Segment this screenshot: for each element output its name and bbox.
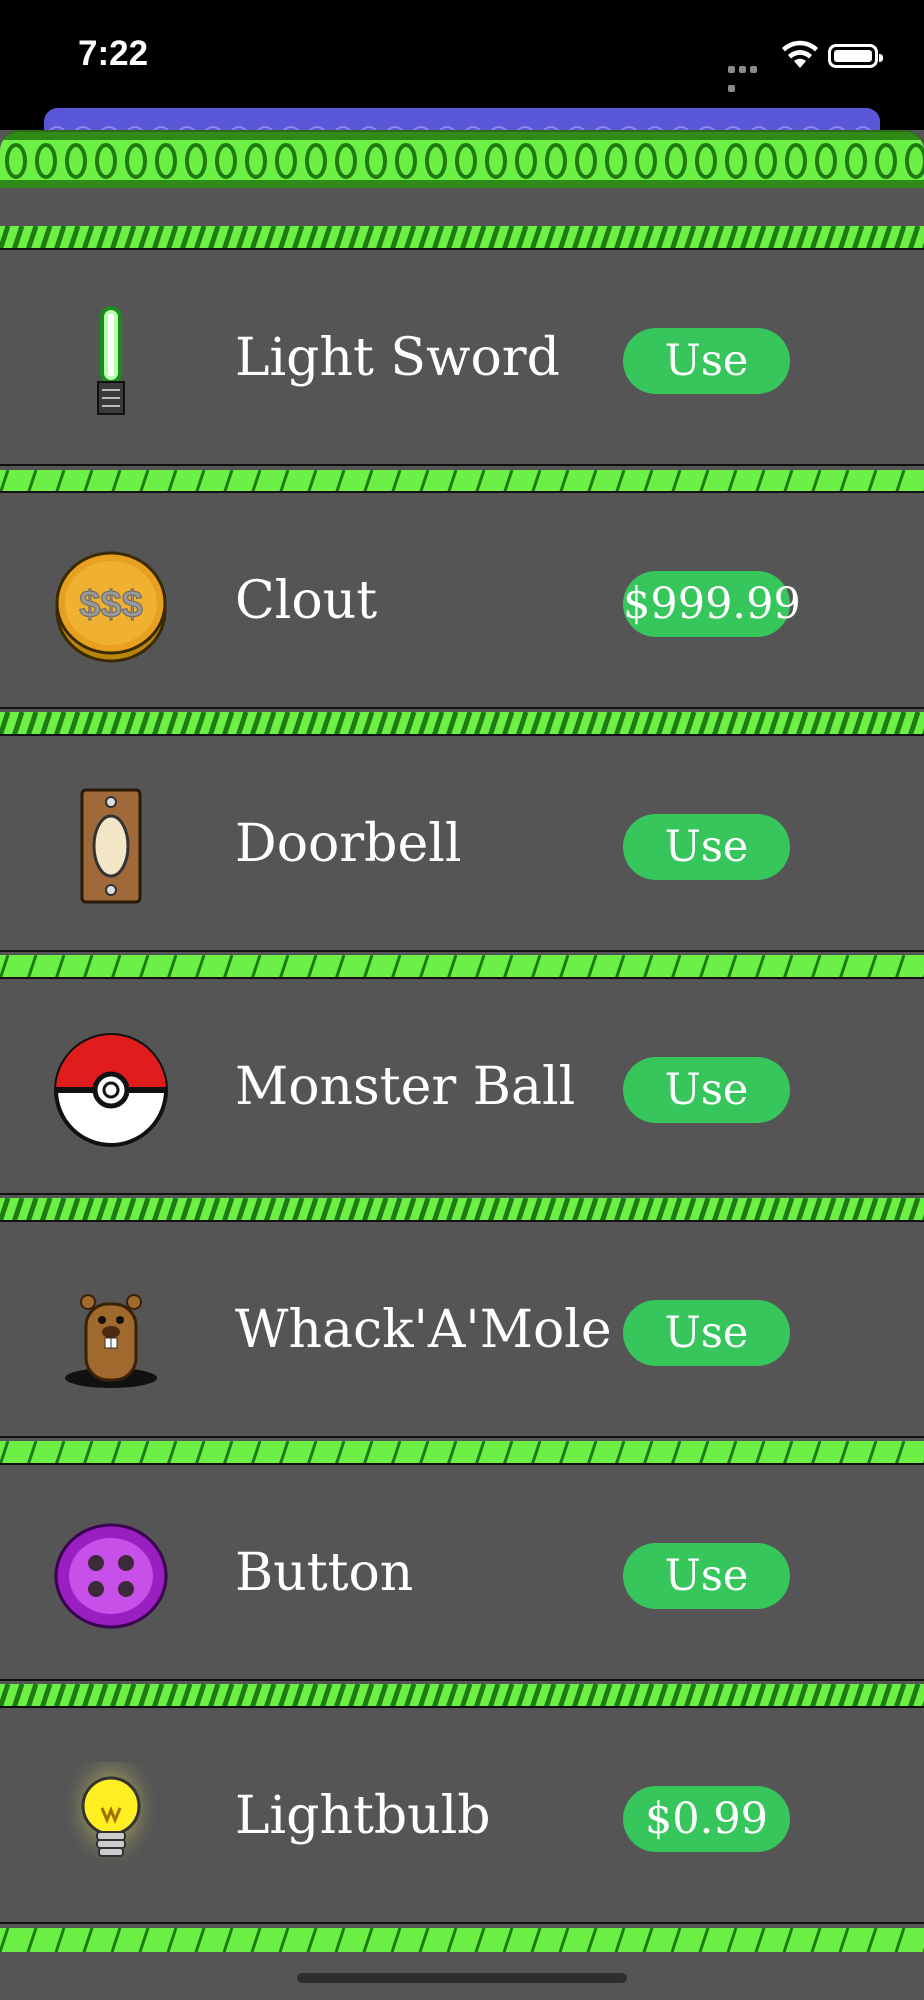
light-sword-icon <box>52 302 170 420</box>
stripe-divider <box>0 1928 924 1952</box>
stripe-divider <box>0 712 924 736</box>
top-green-header <box>0 130 924 188</box>
mole-icon <box>52 1274 170 1392</box>
item-name: Monster Ball <box>235 1057 576 1117</box>
store-item-row: Whack'A'Mole Use <box>0 1220 924 1438</box>
coin-icon: $$$ <box>52 545 170 663</box>
use-button[interactable]: Use <box>623 1543 790 1609</box>
stripe-divider <box>0 1198 924 1222</box>
cellular-signal-icon <box>728 58 770 92</box>
store-item-row: Light Sword Use <box>0 248 924 466</box>
use-button[interactable]: Use <box>623 328 790 394</box>
item-name: Light Sword <box>235 328 560 388</box>
use-button[interactable]: Use <box>623 1300 790 1366</box>
doorbell-icon <box>52 788 170 906</box>
store-item-row: Doorbell Use <box>0 734 924 952</box>
store-item-row: Button Use <box>0 1463 924 1681</box>
store-item-row: Lightbulb $0.99 <box>0 1706 924 1924</box>
price-button[interactable]: $999.99 <box>623 571 801 637</box>
use-button[interactable]: Use <box>623 814 790 880</box>
lightbulb-icon <box>52 1760 170 1878</box>
store-item-row: Monster Ball Use <box>0 977 924 1195</box>
monster-ball-icon <box>52 1031 170 1149</box>
use-button[interactable]: Use <box>623 1057 790 1123</box>
item-name: Doorbell <box>235 814 462 874</box>
store-item-row: $$$ Clout $999.99 <box>0 491 924 709</box>
home-indicator <box>297 1973 627 1983</box>
status-time: 7:22 <box>78 34 149 73</box>
battery-icon <box>828 44 883 68</box>
sewing-button-icon <box>52 1517 170 1635</box>
item-name: Lightbulb <box>235 1786 491 1846</box>
wifi-icon <box>780 40 820 72</box>
stripe-divider <box>0 955 924 979</box>
item-name: Whack'A'Mole <box>235 1300 612 1360</box>
svg-text:$$$: $$$ <box>79 584 142 626</box>
stripe-divider <box>0 1441 924 1465</box>
status-bar: 7:22 <box>0 0 924 112</box>
item-name: Clout <box>235 571 378 631</box>
item-name: Button <box>235 1543 414 1603</box>
stripe-divider <box>0 1684 924 1708</box>
price-button[interactable]: $0.99 <box>623 1786 790 1852</box>
stripe-divider <box>0 226 924 250</box>
